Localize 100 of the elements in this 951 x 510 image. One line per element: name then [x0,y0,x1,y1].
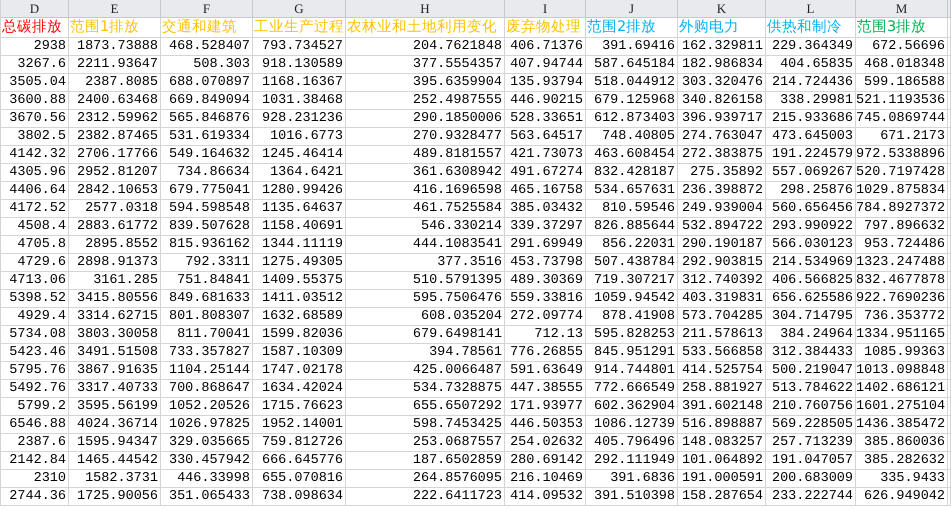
table-cell: 404.65835 [766,56,856,74]
table-cell: 338.29981 [766,92,856,110]
table-cell: 772.666549 [586,380,678,398]
table-cell: 751.84841 [161,272,253,290]
table-cell: 3600.88 [1,92,69,110]
table-cell: 1402.686121 [856,380,948,398]
table-cell: 1465.44542 [69,452,161,470]
table-cell: 2952.81207 [69,164,161,182]
column-letter[interactable]: F [161,0,253,18]
table-cell: 446.50353 [505,416,586,434]
table-cell: 1409.55375 [253,272,346,290]
table-cell: 679.775041 [161,182,253,200]
table-cell: 425.0066487 [346,362,505,380]
header-cell: 外购电力 [678,18,766,38]
table-cell: 748.40805 [586,128,678,146]
header-cell: 农林业和土地利用变化 [346,18,505,38]
table-cell: 688.070897 [161,74,253,92]
table-cell: 734.86634 [161,164,253,182]
column-letter[interactable]: K [678,0,766,18]
table-cell: 612.873403 [586,110,678,128]
table-cell: 204.7621848 [346,38,505,56]
table-cell: 236.398872 [678,182,766,200]
table-cell: 594.598548 [161,200,253,218]
table-cell: 4142.32 [1,146,69,164]
table-cell: 312.384433 [766,344,856,362]
table-cell: 4172.52 [1,200,69,218]
table-cell: 414.09532 [505,488,586,506]
table-cell: 845.951291 [586,344,678,362]
column-letter[interactable]: L [766,0,856,18]
table-cell: 280.69142 [505,452,586,470]
table-cell: 384.24964 [766,326,856,344]
table-cell: 3670.56 [1,110,69,128]
table-cell: 1595.94347 [69,434,161,452]
table-cell: 252.4987555 [346,92,505,110]
table-cell: 5492.76 [1,380,69,398]
table-cell: 563.64517 [505,128,586,146]
table-cell: 566.030123 [766,236,856,254]
table-cell: 453.73798 [505,254,586,272]
table-cell: 182.986834 [678,56,766,74]
table-cell: 2706.17766 [69,146,161,164]
table-cell: 565.846876 [161,110,253,128]
table-cell: 700.868647 [161,380,253,398]
table-cell: 446.90215 [505,92,586,110]
column-letter[interactable]: G [253,0,346,18]
table-cell: 5398.52 [1,290,69,308]
table-cell: 518.044912 [586,74,678,92]
table-cell: 275.35892 [678,164,766,182]
table-cell: 3491.51508 [69,344,161,362]
table-cell: 391.6836 [586,470,678,488]
column-letter[interactable]: H [346,0,505,18]
table-cell: 491.67274 [505,164,586,182]
table-cell: 1085.99363 [856,344,948,362]
table-cell: 191.047057 [766,452,856,470]
table-cell: 293.990922 [766,218,856,236]
table-cell: 793.734527 [253,38,346,56]
table-cell: 215.933686 [766,110,856,128]
table-cell: 4713.06 [1,272,69,290]
table-cell: 928.231236 [253,110,346,128]
table-cell: 655.070816 [253,470,346,488]
table-cell: 669.849094 [161,92,253,110]
table-cell: 312.740392 [678,272,766,290]
table-cell: 5734.08 [1,326,69,344]
table-cell: 1135.64637 [253,200,346,218]
table-cell: 407.94744 [505,56,586,74]
table-cell: 533.566858 [678,344,766,362]
table-cell: 3867.91635 [69,362,161,380]
table-cell: 214.724436 [766,74,856,92]
table-cell: 447.38555 [505,380,586,398]
table-cell: 1587.10309 [253,344,346,362]
table-cell: 1052.20526 [161,398,253,416]
column-letter[interactable]: M [856,0,948,18]
table-cell: 712.13 [505,326,586,344]
header-cell: 总碳排放 [1,18,69,38]
table-cell: 158.287654 [678,488,766,506]
table-cell: 361.6308942 [346,164,505,182]
column-letter[interactable]: E [69,0,161,18]
table-cell: 1344.11119 [253,236,346,254]
table-cell: 1632.68589 [253,308,346,326]
table-cell: 2744.36 [1,488,69,506]
table-cell: 1168.16367 [253,74,346,92]
column-letter[interactable]: J [586,0,678,18]
table-cell: 229.364349 [766,38,856,56]
table-cell: 534.657631 [586,182,678,200]
table-cell: 270.9328477 [346,128,505,146]
column-letter[interactable]: D [1,0,69,18]
table-cell: 385.03432 [505,200,586,218]
table-cell: 340.826158 [678,92,766,110]
table-cell: 1059.94542 [586,290,678,308]
table-cell: 2312.59962 [69,110,161,128]
table-cell: 1725.90056 [69,488,161,506]
table-cell: 655.6507292 [346,398,505,416]
table-cell: 6546.88 [1,416,69,434]
table-cell: 595.7506476 [346,290,505,308]
table-cell: 396.939717 [678,110,766,128]
column-letter[interactable]: I [505,0,586,18]
table-cell: 414.525754 [678,362,766,380]
table-cell: 832.4677878 [856,272,948,290]
header-cell: 供热和制冷 [766,18,856,38]
table-cell: 587.645184 [586,56,678,74]
table-cell: 520.7197428 [856,164,948,182]
